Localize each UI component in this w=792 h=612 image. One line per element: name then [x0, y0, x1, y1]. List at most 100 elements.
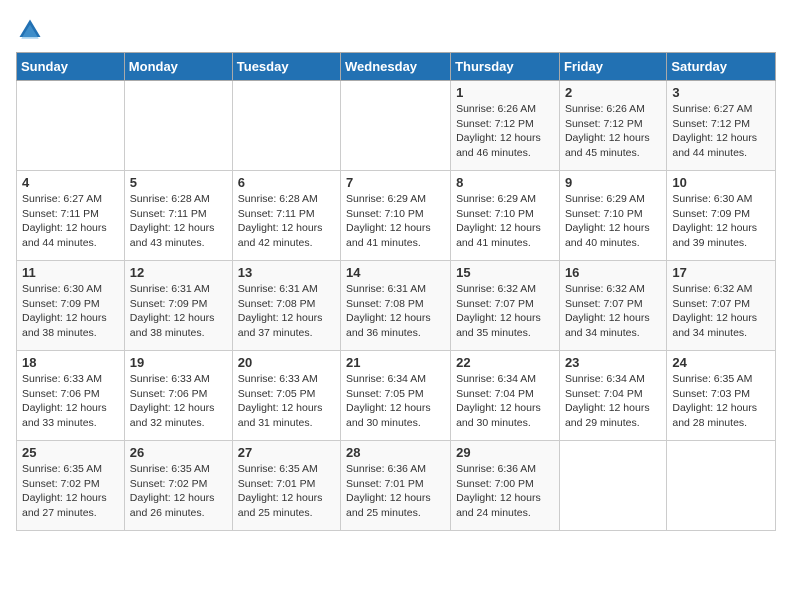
logo [16, 16, 48, 44]
day-info: Sunrise: 6:34 AM Sunset: 7:04 PM Dayligh… [565, 372, 661, 431]
calendar-day-cell: 1 Sunrise: 6:26 AM Sunset: 7:12 PM Daylig… [451, 81, 560, 171]
calendar-day-cell [559, 441, 666, 531]
day-info: Sunrise: 6:30 AM Sunset: 7:09 PM Dayligh… [22, 282, 119, 341]
calendar-day-cell: 28 Sunrise: 6:36 AM Sunset: 7:01 PM Dayli… [341, 441, 451, 531]
day-number: 18 [22, 355, 119, 370]
calendar-day-cell: 10 Sunrise: 6:30 AM Sunset: 7:09 PM Dayli… [667, 171, 776, 261]
day-info: Sunrise: 6:30 AM Sunset: 7:09 PM Dayligh… [672, 192, 770, 251]
day-number: 1 [456, 85, 554, 100]
calendar-week-row: 11 Sunrise: 6:30 AM Sunset: 7:09 PM Dayli… [17, 261, 776, 351]
calendar-day-cell: 6 Sunrise: 6:28 AM Sunset: 7:11 PM Daylig… [232, 171, 340, 261]
day-number: 14 [346, 265, 445, 280]
calendar-day-cell: 25 Sunrise: 6:35 AM Sunset: 7:02 PM Dayli… [17, 441, 125, 531]
day-number: 19 [130, 355, 227, 370]
page-header [16, 16, 776, 44]
day-info: Sunrise: 6:34 AM Sunset: 7:05 PM Dayligh… [346, 372, 445, 431]
day-number: 12 [130, 265, 227, 280]
day-info: Sunrise: 6:33 AM Sunset: 7:06 PM Dayligh… [130, 372, 227, 431]
calendar-day-cell [341, 81, 451, 171]
day-of-week-header: Sunday [17, 53, 125, 81]
day-info: Sunrise: 6:35 AM Sunset: 7:03 PM Dayligh… [672, 372, 770, 431]
calendar-day-cell: 21 Sunrise: 6:34 AM Sunset: 7:05 PM Dayli… [341, 351, 451, 441]
calendar-day-cell: 22 Sunrise: 6:34 AM Sunset: 7:04 PM Dayli… [451, 351, 560, 441]
calendar-day-cell: 2Sunrise: 6:26 AM Sunset: 7:12 PM Daylig… [559, 81, 666, 171]
calendar-day-cell: 9Sunrise: 6:29 AM Sunset: 7:10 PM Daylig… [559, 171, 666, 261]
day-info: Sunrise: 6:28 AM Sunset: 7:11 PM Dayligh… [130, 192, 227, 251]
calendar-day-cell: 16 Sunrise: 6:32 AM Sunset: 7:07 PM Dayli… [559, 261, 666, 351]
day-of-week-header: Monday [124, 53, 232, 81]
day-info: Sunrise: 6:29 AM Sunset: 7:10 PM Dayligh… [565, 192, 661, 251]
day-of-week-header: Wednesday [341, 53, 451, 81]
day-number: 25 [22, 445, 119, 460]
day-info: Sunrise: 6:26 AM Sunset: 7:12 PM Dayligh… [456, 102, 554, 161]
day-number: 13 [238, 265, 335, 280]
day-number: 2 [565, 85, 661, 100]
day-info: Sunrise: 6:31 AM Sunset: 7:08 PM Dayligh… [346, 282, 445, 341]
day-number: 11 [22, 265, 119, 280]
day-number: 24 [672, 355, 770, 370]
day-number: 23 [565, 355, 661, 370]
calendar-week-row: 1 Sunrise: 6:26 AM Sunset: 7:12 PM Daylig… [17, 81, 776, 171]
day-info: Sunrise: 6:28 AM Sunset: 7:11 PM Dayligh… [238, 192, 335, 251]
day-of-week-header: Thursday [451, 53, 560, 81]
calendar-header-row: SundayMondayTuesdayWednesdayThursdayFrid… [17, 53, 776, 81]
calendar-week-row: 25 Sunrise: 6:35 AM Sunset: 7:02 PM Dayli… [17, 441, 776, 531]
day-number: 5 [130, 175, 227, 190]
calendar-day-cell: 7 Sunrise: 6:29 AM Sunset: 7:10 PM Daylig… [341, 171, 451, 261]
day-of-week-header: Friday [559, 53, 666, 81]
day-number: 8 [456, 175, 554, 190]
day-info: Sunrise: 6:33 AM Sunset: 7:05 PM Dayligh… [238, 372, 335, 431]
day-number: 27 [238, 445, 335, 460]
day-number: 4 [22, 175, 119, 190]
calendar-day-cell: 24 Sunrise: 6:35 AM Sunset: 7:03 PM Dayli… [667, 351, 776, 441]
logo-icon [16, 16, 44, 44]
day-number: 28 [346, 445, 445, 460]
day-info: Sunrise: 6:36 AM Sunset: 7:01 PM Dayligh… [346, 462, 445, 521]
day-info: Sunrise: 6:31 AM Sunset: 7:08 PM Dayligh… [238, 282, 335, 341]
calendar-day-cell: 19 Sunrise: 6:33 AM Sunset: 7:06 PM Dayli… [124, 351, 232, 441]
day-number: 7 [346, 175, 445, 190]
day-info: Sunrise: 6:34 AM Sunset: 7:04 PM Dayligh… [456, 372, 554, 431]
day-info: Sunrise: 6:35 AM Sunset: 7:02 PM Dayligh… [130, 462, 227, 521]
day-number: 16 [565, 265, 661, 280]
calendar-day-cell: 27 Sunrise: 6:35 AM Sunset: 7:01 PM Dayli… [232, 441, 340, 531]
day-number: 26 [130, 445, 227, 460]
day-info: Sunrise: 6:31 AM Sunset: 7:09 PM Dayligh… [130, 282, 227, 341]
day-info: Sunrise: 6:32 AM Sunset: 7:07 PM Dayligh… [565, 282, 661, 341]
day-number: 20 [238, 355, 335, 370]
calendar-table: SundayMondayTuesdayWednesdayThursdayFrid… [16, 52, 776, 531]
calendar-day-cell: 8 Sunrise: 6:29 AM Sunset: 7:10 PM Daylig… [451, 171, 560, 261]
day-of-week-header: Tuesday [232, 53, 340, 81]
calendar-day-cell: 15Sunrise: 6:32 AM Sunset: 7:07 PM Dayli… [451, 261, 560, 351]
day-info: Sunrise: 6:29 AM Sunset: 7:10 PM Dayligh… [456, 192, 554, 251]
calendar-week-row: 4 Sunrise: 6:27 AM Sunset: 7:11 PM Daylig… [17, 171, 776, 261]
calendar-week-row: 18 Sunrise: 6:33 AM Sunset: 7:06 PM Dayli… [17, 351, 776, 441]
day-info: Sunrise: 6:32 AM Sunset: 7:07 PM Dayligh… [672, 282, 770, 341]
calendar-day-cell: 13 Sunrise: 6:31 AM Sunset: 7:08 PM Dayli… [232, 261, 340, 351]
day-info: Sunrise: 6:33 AM Sunset: 7:06 PM Dayligh… [22, 372, 119, 431]
day-number: 6 [238, 175, 335, 190]
calendar-day-cell: 18 Sunrise: 6:33 AM Sunset: 7:06 PM Dayli… [17, 351, 125, 441]
calendar-day-cell: 12 Sunrise: 6:31 AM Sunset: 7:09 PM Dayli… [124, 261, 232, 351]
calendar-day-cell: 14 Sunrise: 6:31 AM Sunset: 7:08 PM Dayli… [341, 261, 451, 351]
day-number: 29 [456, 445, 554, 460]
day-number: 3 [672, 85, 770, 100]
day-number: 17 [672, 265, 770, 280]
day-number: 10 [672, 175, 770, 190]
day-info: Sunrise: 6:27 AM Sunset: 7:11 PM Dayligh… [22, 192, 119, 251]
calendar-day-cell: 23 Sunrise: 6:34 AM Sunset: 7:04 PM Dayli… [559, 351, 666, 441]
calendar-day-cell: 29Sunrise: 6:36 AM Sunset: 7:00 PM Dayli… [451, 441, 560, 531]
day-info: Sunrise: 6:32 AM Sunset: 7:07 PM Dayligh… [456, 282, 554, 341]
calendar-day-cell [667, 441, 776, 531]
day-info: Sunrise: 6:29 AM Sunset: 7:10 PM Dayligh… [346, 192, 445, 251]
day-info: Sunrise: 6:35 AM Sunset: 7:02 PM Dayligh… [22, 462, 119, 521]
calendar-day-cell: 17 Sunrise: 6:32 AM Sunset: 7:07 PM Dayli… [667, 261, 776, 351]
day-of-week-header: Saturday [667, 53, 776, 81]
day-info: Sunrise: 6:35 AM Sunset: 7:01 PM Dayligh… [238, 462, 335, 521]
calendar-day-cell: 11 Sunrise: 6:30 AM Sunset: 7:09 PM Dayli… [17, 261, 125, 351]
day-number: 21 [346, 355, 445, 370]
calendar-day-cell [124, 81, 232, 171]
calendar-day-cell: 26 Sunrise: 6:35 AM Sunset: 7:02 PM Dayli… [124, 441, 232, 531]
day-number: 22 [456, 355, 554, 370]
calendar-day-cell: 3Sunrise: 6:27 AM Sunset: 7:12 PM Daylig… [667, 81, 776, 171]
